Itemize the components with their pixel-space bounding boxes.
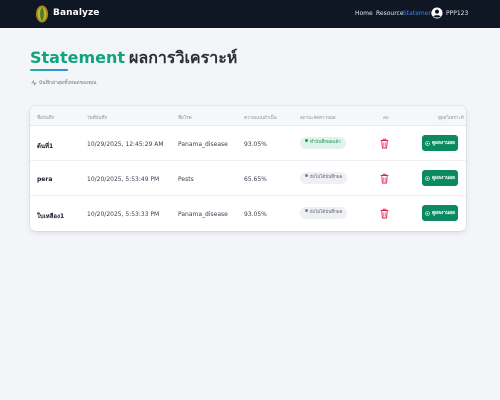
view-result-label: ดูผลงานผล (432, 211, 455, 216)
column-header-delete: ลบ (383, 116, 389, 121)
user-avatar-icon[interactable] (431, 7, 443, 19)
activity-icon (31, 79, 37, 86)
record-confidence: 93.05% (244, 141, 267, 148)
top-navbar: Banalyze Home Resource Statement PPP123 (0, 0, 500, 28)
page-title-en: Statement (30, 48, 126, 67)
nav-link-resource[interactable]: Resource (376, 10, 404, 17)
column-header-name: ชื่อบันทึก (37, 116, 55, 121)
record-name: pera (37, 176, 53, 183)
record-name: ต้นที่1 (37, 143, 54, 150)
eye-icon (425, 175, 430, 181)
title-underline (30, 69, 68, 71)
username-label[interactable]: PPP123 (446, 10, 468, 17)
page-title: Statement ผลการวิเคราะห์ (30, 46, 237, 71)
column-header-disease: ชื่อโรค (178, 116, 192, 121)
record-date: 10/20/2025, 5:53:49 PM (87, 176, 160, 183)
status-dot-icon (305, 209, 308, 212)
delete-trash-icon[interactable] (380, 173, 389, 184)
nav-link-statement[interactable]: Statement (403, 10, 435, 17)
table-row: pera 10/20/2025, 5:53:49 PM Pests 65.65%… (30, 161, 466, 196)
view-result-button[interactable]: ดูผลงานผล (422, 170, 458, 186)
page-subtitle: บันทึกล่าสุดทั้งหมดของคุณ (31, 79, 97, 87)
status-badge: ยังไม่ได้บันทึกผล (300, 172, 348, 184)
record-confidence: 65.65% (244, 176, 267, 183)
status-badge: ยังไม่ได้บันทึกผล (300, 207, 348, 219)
view-result-label: ดูผลงานผล (432, 176, 455, 181)
delete-trash-icon[interactable] (380, 208, 389, 219)
view-result-button[interactable]: ดูผลงานผล (422, 135, 458, 151)
page-subtitle-text: บันทึกล่าสุดทั้งหมดของคุณ (39, 80, 97, 86)
record-date: 10/29/2025, 12:45:29 AM (87, 141, 164, 148)
status-badge: ทำบันทึกผลแล้ว (300, 137, 346, 149)
delete-trash-icon[interactable] (380, 138, 389, 149)
table-row: ต้นที่1 10/29/2025, 12:45:29 AM Panama_d… (30, 126, 466, 161)
status-dot-icon (305, 174, 308, 177)
record-disease: Pests (178, 176, 194, 183)
table-row: ใบเหลือง1 10/20/2025, 5:53:33 PM Panama_… (30, 196, 466, 231)
column-header-confidence: ความแม่นยำเป็น (244, 116, 277, 121)
view-result-button[interactable]: ดูผลงานผล (422, 205, 458, 221)
eye-icon (425, 210, 430, 216)
status-badge-label: ทำบันทึกผลแล้ว (310, 140, 341, 145)
status-badge-label: ยังไม่ได้บันทึกผล (310, 210, 343, 215)
status-badge-label: ยังไม่ได้บันทึกผล (310, 175, 343, 180)
nav-link-home[interactable]: Home (355, 10, 373, 17)
record-confidence: 93.05% (244, 211, 267, 218)
eye-icon (425, 140, 430, 146)
status-dot-icon (305, 139, 308, 142)
column-header-date: วันที่บันทึก (87, 116, 108, 121)
record-date: 10/20/2025, 5:53:33 PM (87, 211, 160, 218)
page-title-th: ผลการวิเคราะห์ (129, 48, 238, 67)
table-header: ชื่อบันทึก วันที่บันทึก ชื่อโรค ความแม่น… (30, 106, 466, 126)
statement-table-card: ชื่อบันทึก วันที่บันทึก ชื่อโรค ความแม่น… (30, 106, 466, 231)
view-result-label: ดูผลงานผล (432, 141, 455, 146)
banalyze-logo-icon[interactable] (35, 4, 49, 23)
brand-name[interactable]: Banalyze (53, 8, 100, 18)
column-header-status: สถานะจัดความผล (300, 116, 336, 121)
record-disease: Panama_disease (178, 141, 228, 148)
record-disease: Panama_disease (178, 211, 228, 218)
record-name: ใบเหลือง1 (37, 213, 65, 220)
column-header-view: ดูผลวิเคราะห์ (438, 116, 464, 121)
